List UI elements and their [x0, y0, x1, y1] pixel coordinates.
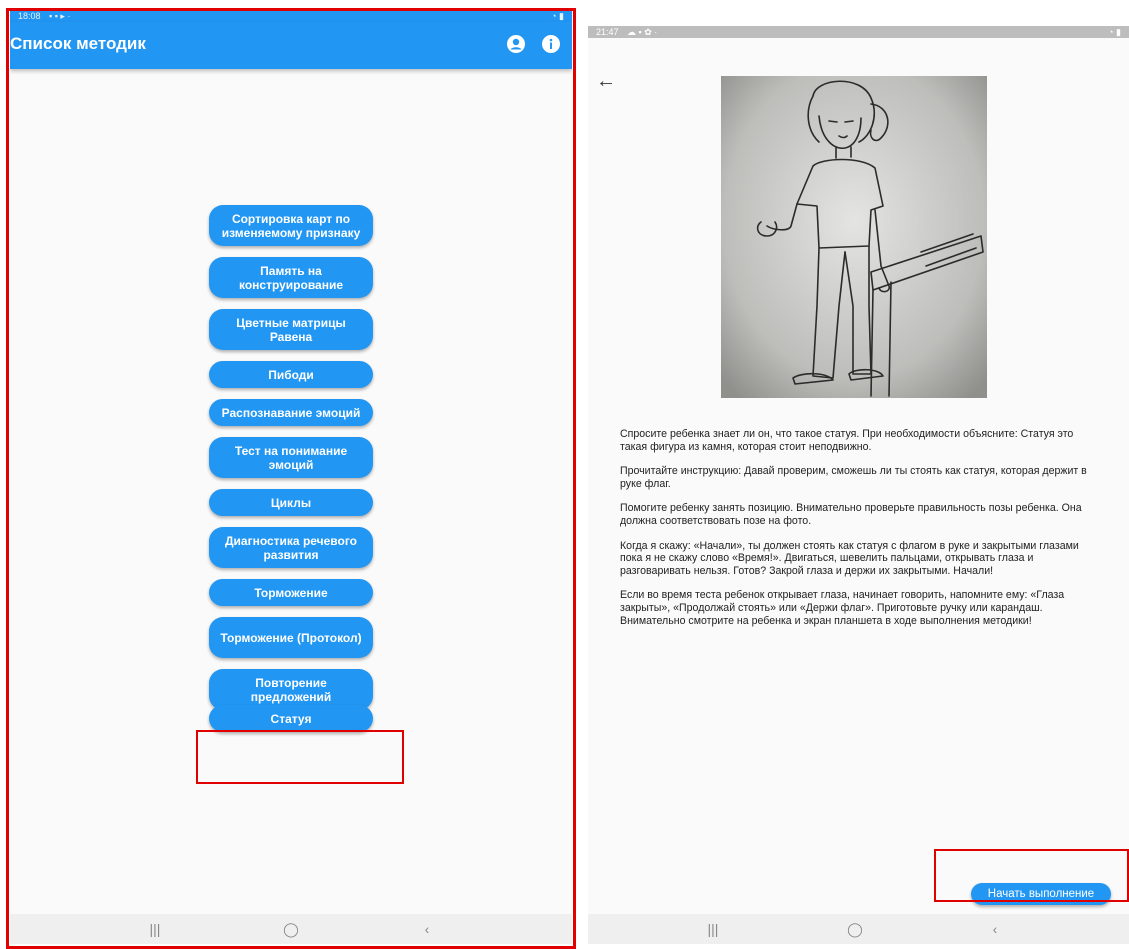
home-icon[interactable]: ◯ — [276, 914, 306, 944]
status-time: 21:47 — [596, 27, 619, 37]
instruction-paragraph: Спросите ребенка знает ли он, что такое … — [620, 428, 1074, 453]
back-nav-icon[interactable]: ‹ — [412, 914, 442, 944]
methods-list-screen: 18:08 ▪ ▪ ▸ · ◔ ▮ Список методик Сортиро… — [10, 10, 572, 944]
method-button-inhibition-protocol[interactable]: Торможение (Протокол) — [209, 617, 373, 658]
recent-apps-icon[interactable]: ||| — [140, 914, 170, 944]
app-bar: Список методик — [10, 22, 572, 69]
instruction-paragraph: Прочитайте инструкцию: Давай проверим, с… — [620, 465, 1087, 490]
start-execution-button[interactable]: Начать выполнение — [971, 883, 1111, 905]
method-button-statue[interactable]: Статуя — [209, 705, 373, 732]
method-button-emotion-understanding[interactable]: Тест на понимание эмоций — [209, 437, 373, 478]
system-nav-bar: ||| ◯ ‹ — [588, 914, 1129, 944]
system-nav-bar: ||| ◯ ‹ — [10, 914, 572, 944]
home-icon[interactable]: ◯ — [840, 914, 870, 944]
method-button-construction-memory[interactable]: Память на конструирование — [209, 257, 373, 298]
status-time: 18:08 — [18, 11, 41, 21]
recent-apps-icon[interactable]: ||| — [698, 914, 728, 944]
method-button-peabody[interactable]: Пибоди — [209, 361, 373, 388]
statue-pose-illustration — [721, 76, 987, 398]
methods-menu: Сортировка карт по изменяемому признаку … — [10, 205, 572, 743]
info-icon[interactable] — [541, 34, 561, 54]
status-icons: ☁ ▪ ✿ · — [627, 27, 658, 37]
method-button-speech-diagnostics[interactable]: Диагностика речевого развития — [209, 527, 373, 568]
status-bar: 18:08 ▪ ▪ ▸ · ◔ ▮ — [10, 10, 572, 22]
method-button-cycles[interactable]: Циклы — [209, 489, 373, 516]
account-circle-icon[interactable] — [506, 34, 526, 54]
instruction-paragraph: Когда я скажу: «Начали», ты должен стоят… — [620, 539, 1079, 577]
back-arrow-icon[interactable]: ← — [596, 70, 616, 93]
method-button-sentence-repetition[interactable]: Повторение предложений — [209, 669, 373, 710]
method-button-inhibition[interactable]: Торможение — [209, 579, 373, 606]
wifi-battery-icon: ◔ ▮ — [551, 11, 564, 21]
method-button-card-sorting[interactable]: Сортировка карт по изменяемому признаку — [209, 205, 373, 246]
back-nav-icon[interactable]: ‹ — [980, 914, 1010, 944]
page-title: Список методик — [10, 34, 146, 53]
status-bar: 21:47 ☁ ▪ ✿ · ◔ ▮ — [588, 26, 1129, 38]
method-button-emotion-recognition[interactable]: Распознавание эмоций — [209, 399, 373, 426]
method-button-raven-matrices[interactable]: Цветные матрицы Равена — [209, 309, 373, 350]
instruction-paragraph: Если во время теста ребенок открывает гл… — [620, 589, 1065, 627]
statue-method-screen: 21:47 ☁ ▪ ✿ · ◔ ▮ ← Спросите ребенка зна… — [588, 26, 1129, 944]
instructions-text: Спросите ребенка знает ли он, что такое … — [620, 428, 1100, 639]
status-icons: ▪ ▪ ▸ · — [49, 11, 71, 21]
wifi-battery-icon: ◔ ▮ — [1108, 27, 1121, 37]
instruction-paragraph: Помогите ребенку занять позицию. Внимате… — [620, 502, 1082, 527]
